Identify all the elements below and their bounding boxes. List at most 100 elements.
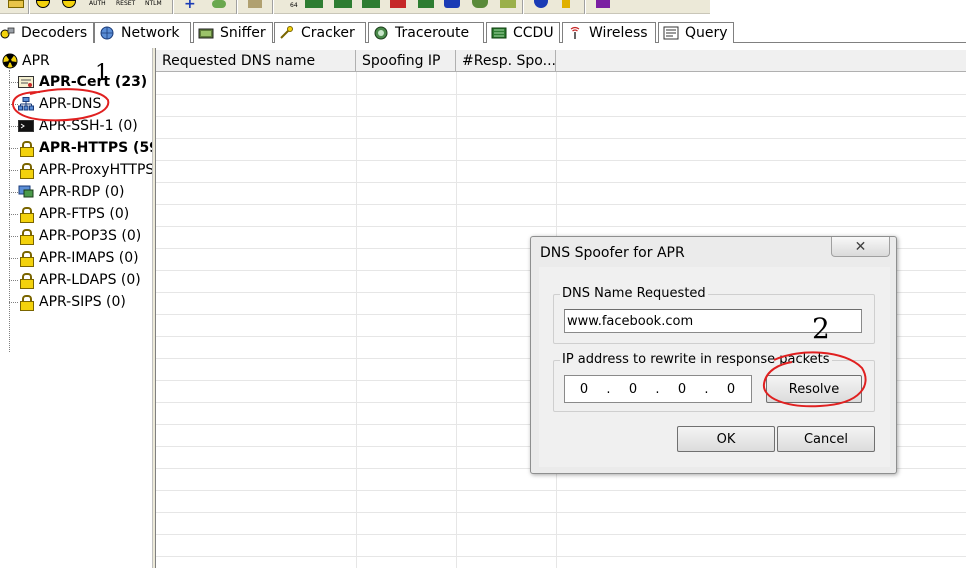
tree-connector — [9, 214, 18, 215]
traceroute-icon — [373, 26, 389, 40]
dialog-body: DNS Name Requested www.facebook.com IP a… — [539, 267, 890, 467]
info-icon[interactable] — [562, 0, 570, 8]
tree-item-apr-proxyhttps[interactable]: APR-ProxyHTTPS — [18, 160, 152, 180]
close-button[interactable]: ✕ — [831, 237, 890, 257]
ip-address-input[interactable]: 0 . 0 . 0 . 0 — [564, 375, 752, 403]
ntlm-label[interactable]: NTLM — [145, 1, 162, 7]
reset-label[interactable]: RESET — [116, 1, 135, 7]
network-icon — [99, 26, 115, 40]
tree-item-label: APR-FTPS (0) — [39, 206, 130, 222]
tab-label: Network — [121, 25, 180, 41]
tab-ccdu[interactable]: CCDU — [486, 22, 560, 43]
toolbar-blank-area — [710, 0, 966, 14]
open-icon[interactable] — [8, 0, 24, 8]
auth-label[interactable]: AUTH — [89, 1, 106, 7]
key-icon[interactable] — [500, 0, 516, 8]
tab-cracker[interactable]: Cracker — [274, 22, 366, 43]
tree-connector — [9, 302, 18, 303]
tab-network[interactable]: Network — [94, 22, 191, 43]
grid-row-line — [156, 226, 966, 227]
lock-icon — [18, 251, 34, 267]
grid-row-line — [156, 556, 966, 557]
radiation-icon[interactable] — [62, 0, 76, 8]
tab-query[interactable]: Query — [658, 22, 734, 43]
close-icon: ✕ — [854, 238, 867, 255]
document-icon[interactable] — [390, 0, 406, 8]
rdp-icon — [18, 185, 34, 199]
tree-item-label: APR-RDP (0) — [39, 184, 125, 200]
column-header-spoofing-ip[interactable]: Spoofing IP — [356, 50, 456, 72]
tree-item-apr-dns[interactable]: APR-DNS — [18, 94, 101, 114]
ip-address-group: IP address to rewrite in response packet… — [553, 352, 875, 412]
grid-icon[interactable] — [362, 0, 380, 8]
radiation-icon[interactable] — [36, 0, 50, 8]
terminal-icon — [18, 119, 34, 133]
tree-item-label: APR-SSH-1 (0) — [39, 118, 138, 134]
tree-root-apr[interactable]: APR — [2, 52, 50, 70]
lock-icon — [18, 141, 34, 157]
tree-connector — [9, 148, 18, 149]
grid-row-line — [156, 138, 966, 139]
tab-label: Sniffer — [220, 25, 266, 41]
chart-icon[interactable] — [596, 0, 610, 8]
tree-connector — [9, 280, 18, 281]
tab-decoders[interactable]: Decoders — [0, 22, 94, 43]
grid-row-line — [156, 490, 966, 491]
resolve-button[interactable]: Resolve — [766, 375, 862, 403]
wireless-icon — [567, 26, 583, 40]
hash-icon[interactable] — [212, 0, 226, 8]
tree-item-label: APR-POP3S (0) — [39, 228, 142, 244]
ip-octet-3[interactable]: 0 — [663, 382, 701, 397]
grid-column-line — [456, 72, 457, 568]
radiation-icon — [2, 53, 18, 69]
tree-item-apr-imaps[interactable]: APR-IMAPS (0) — [18, 248, 139, 268]
column-header-resp-spoofed[interactable]: #Resp. Spo... — [456, 50, 556, 72]
toolbar: AUTH RESET NTLM + 64 — [0, 0, 966, 14]
tree-item-apr-ldaps[interactable]: APR-LDAPS (0) — [18, 270, 141, 290]
grid-row-line — [156, 160, 966, 161]
tree-item-label: APR-DNS — [39, 96, 102, 112]
tab-bar: Decoders Network Sniffer Cracker Tracero… — [0, 20, 966, 44]
ip-octet-4[interactable]: 0 — [712, 382, 750, 397]
tree-item-apr-https[interactable]: APR-HTTPS (59 — [18, 138, 152, 158]
tree-item-apr-rdp[interactable]: APR-RDP (0) — [18, 182, 124, 202]
dialog-title: DNS Spoofer for APR — [540, 245, 685, 261]
tab-sniffer[interactable]: Sniffer — [193, 22, 273, 43]
tree-connector — [9, 70, 10, 352]
tab-traceroute[interactable]: Traceroute — [368, 22, 484, 43]
tree-root-label: APR — [22, 53, 50, 69]
monitor-icon[interactable] — [444, 0, 460, 8]
tree-item-apr-cert[interactable]: APR-Cert (23) — [18, 72, 147, 92]
grid-header: Requested DNS name Spoofing IP #Resp. Sp… — [156, 50, 966, 72]
help-icon[interactable] — [534, 0, 548, 8]
tree-item-apr-pop3s[interactable]: APR-POP3S (0) — [18, 226, 141, 246]
tree-connector — [9, 258, 18, 259]
grid-icon[interactable] — [305, 0, 323, 8]
add-icon[interactable]: + — [184, 0, 198, 11]
ok-button[interactable]: OK — [677, 426, 775, 452]
base64-label[interactable]: 64 — [290, 3, 298, 9]
tree-item-apr-ftps[interactable]: APR-FTPS (0) — [18, 204, 129, 224]
column-header-requested-dns[interactable]: Requested DNS name — [156, 50, 356, 72]
lock-icon — [18, 295, 34, 311]
tree-item-apr-sips[interactable]: APR-SIPS (0) — [18, 292, 126, 312]
tree-item-label: APR-HTTPS (59 — [39, 140, 152, 156]
ip-octet-2[interactable]: 0 — [614, 382, 652, 397]
dns-name-input[interactable]: www.facebook.com — [564, 309, 862, 333]
ip-octet-1[interactable]: 0 — [565, 382, 603, 397]
tree-item-label: APR-ProxyHTTPS — [39, 162, 152, 178]
settings-icon[interactable] — [248, 0, 262, 8]
tree-connector — [9, 126, 18, 127]
users-icon[interactable] — [472, 0, 488, 8]
certificate-icon — [18, 75, 34, 89]
grid-row-line — [156, 182, 966, 183]
tab-wireless[interactable]: Wireless — [562, 22, 656, 43]
grid-icon[interactable] — [334, 0, 352, 8]
cancel-button[interactable]: Cancel — [777, 426, 875, 452]
grid-icon[interactable] — [418, 0, 434, 8]
toolbar-separator — [584, 0, 586, 14]
tab-label: CCDU — [513, 25, 554, 41]
apr-tree: APR APR-Cert (23) APR-DNS APR-SSH-1 (0) … — [0, 48, 152, 568]
decoders-icon — [0, 26, 15, 40]
tree-item-apr-ssh1[interactable]: APR-SSH-1 (0) — [18, 116, 138, 136]
